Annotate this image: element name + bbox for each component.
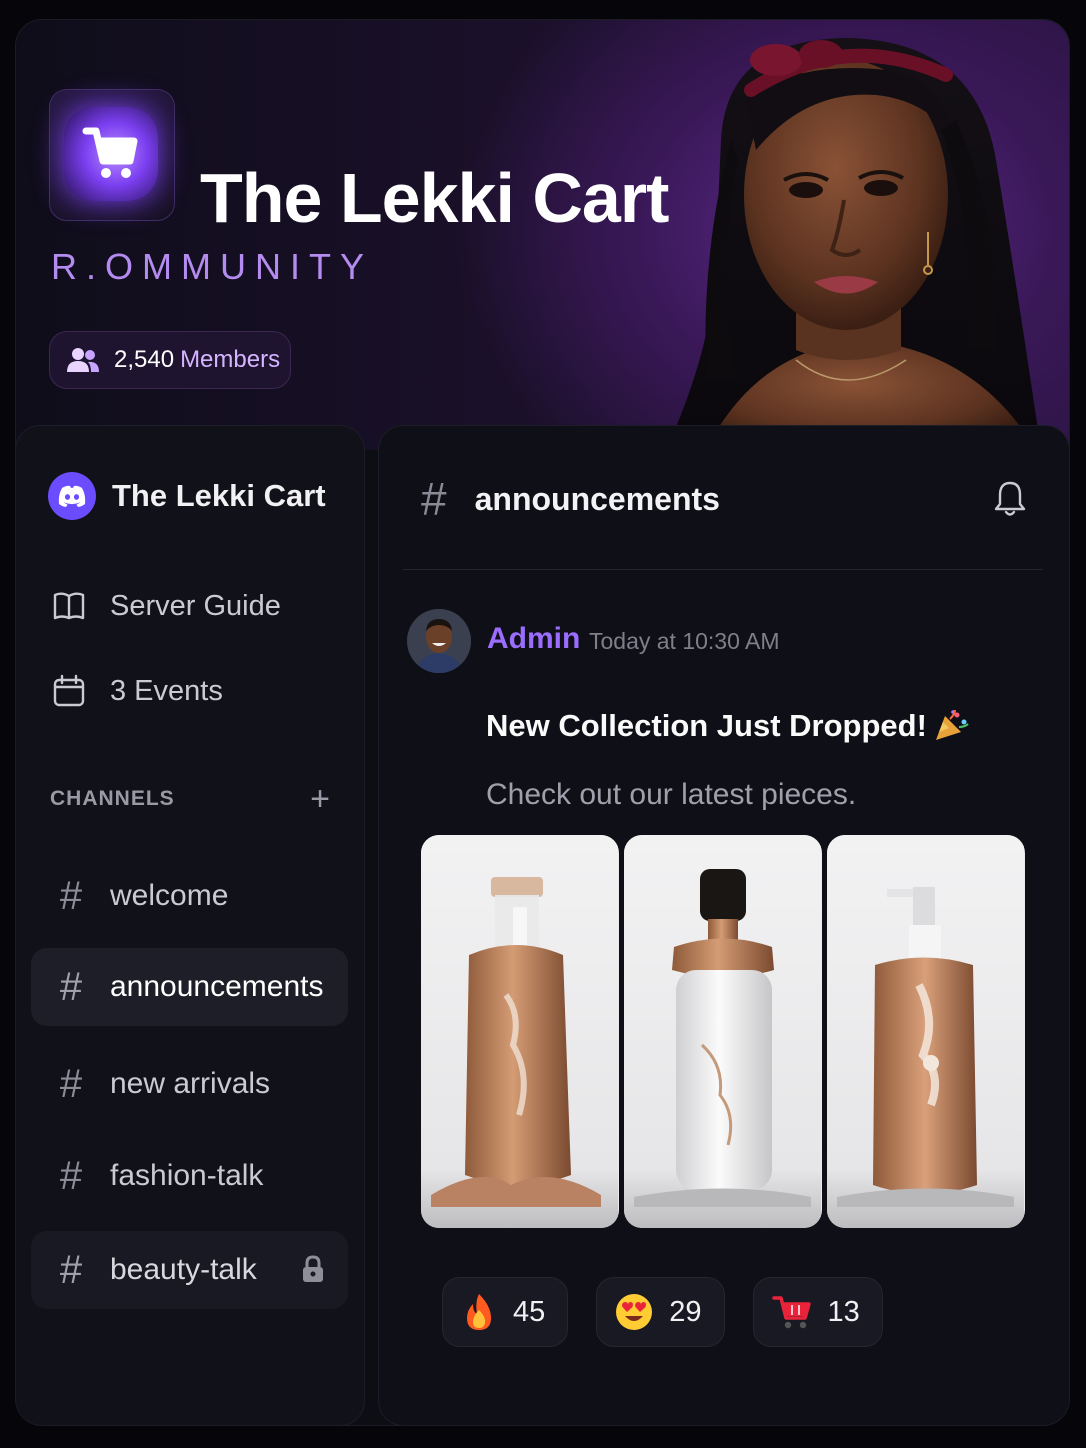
lock-icon: [303, 1255, 323, 1282]
hash-icon: #: [59, 1247, 83, 1292]
channel-beauty-talk[interactable]: # beauty-talk: [31, 1231, 348, 1309]
message-panel: # announcements Admin Today at 10:30 AM …: [379, 426, 1069, 1425]
community-card: The Lekki Cart R.OMMUNITY 2,540 Members: [16, 20, 1069, 1425]
server-name: The Lekki Cart: [112, 478, 326, 513]
hash-icon: #: [59, 1061, 83, 1106]
community-logo: [49, 89, 175, 221]
hash-icon: #: [59, 1153, 83, 1198]
image-gallery: [421, 835, 1025, 1228]
header-divider: [403, 569, 1043, 570]
message-timestamp: Today at 10:30 AM: [589, 628, 780, 654]
hash-icon: #: [59, 873, 83, 918]
party-popper-icon: [935, 710, 969, 740]
cart-icon: [771, 1296, 811, 1329]
reaction-fire[interactable]: 45: [442, 1277, 569, 1347]
discord-icon: [48, 472, 96, 520]
channels-label: CHANNELS: [50, 787, 175, 810]
channel-label: welcome: [110, 879, 229, 912]
member-label: Members: [180, 346, 281, 373]
channels-header: CHANNELS +: [50, 782, 330, 816]
hero-banner: The Lekki Cart R.OMMUNITY 2,540 Members: [16, 20, 1069, 450]
product-image[interactable]: [624, 835, 822, 1228]
calendar-icon: [53, 674, 85, 707]
product-image[interactable]: [421, 835, 619, 1228]
avatar[interactable]: [407, 609, 471, 673]
hash-icon: #: [59, 964, 83, 1009]
channel-announcements[interactable]: # announcements: [31, 948, 348, 1026]
hero-portrait-image: [666, 38, 1041, 450]
fire-icon: [467, 1294, 491, 1330]
sidebar: The Lekki Cart Server Guide 3 Events CHA…: [16, 426, 364, 1425]
channel-label: announcements: [110, 970, 324, 1003]
nav-server-guide[interactable]: Server Guide: [52, 589, 281, 623]
reaction-count: 45: [513, 1295, 546, 1328]
reaction-cart[interactable]: 13: [752, 1277, 883, 1347]
message-author[interactable]: Admin: [487, 622, 580, 656]
message-body: Check out our latest pieces.: [486, 778, 857, 811]
nav-label: Server Guide: [110, 589, 281, 622]
message-title: New Collection Just Dropped!: [486, 708, 969, 744]
member-count: 2,540: [114, 346, 175, 373]
channel-new-arrivals[interactable]: # new arrivals: [31, 1045, 348, 1123]
channel-title: announcements: [474, 480, 720, 517]
members-badge[interactable]: 2,540 Members: [49, 331, 291, 389]
channel-fashion-talk[interactable]: # fashion-talk: [31, 1137, 348, 1215]
reaction-count: 13: [827, 1295, 860, 1328]
reactions-bar: 45 29 13: [442, 1277, 883, 1347]
channel-welcome[interactable]: # welcome: [31, 857, 348, 935]
reaction-heart-eyes[interactable]: 29: [596, 1277, 725, 1347]
nav-events[interactable]: 3 Events: [52, 674, 223, 708]
channel-label: beauty-talk: [110, 1253, 257, 1286]
community-title: The Lekki Cart: [200, 159, 669, 237]
server-header[interactable]: The Lekki Cart: [48, 472, 326, 520]
channel-label: new arrivals: [110, 1067, 271, 1100]
nav-label: 3 Events: [110, 674, 223, 707]
shopping-cart-logo-icon: [82, 127, 138, 178]
reaction-count: 29: [669, 1295, 702, 1328]
message-title-text: New Collection Just Dropped!: [486, 708, 927, 743]
product-image[interactable]: [827, 835, 1025, 1228]
hash-icon: #: [421, 473, 447, 525]
bell-icon[interactable]: [993, 480, 1027, 518]
book-icon: [53, 592, 85, 620]
channel-label: fashion-talk: [110, 1159, 264, 1192]
heart-eyes-icon: [616, 1294, 653, 1330]
channel-header: # announcements: [421, 472, 1027, 526]
add-channel-icon[interactable]: +: [310, 782, 330, 816]
community-subtitle: R.OMMUNITY: [51, 246, 373, 287]
members-icon: [67, 348, 99, 372]
